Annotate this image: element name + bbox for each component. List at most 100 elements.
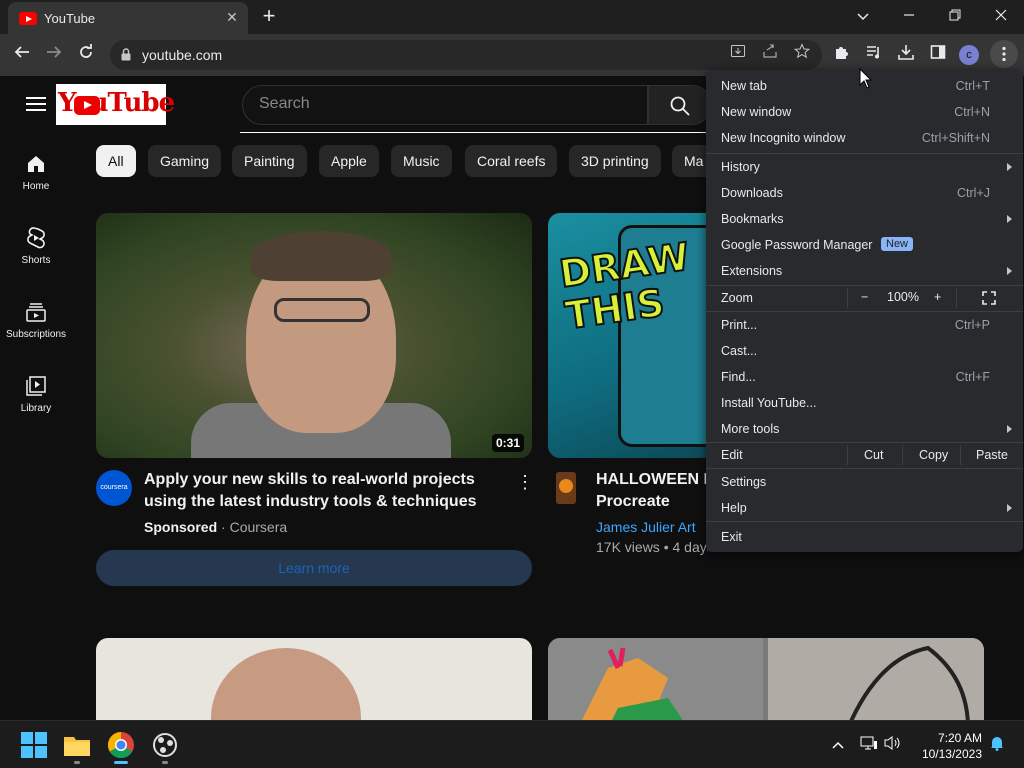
new-tab-button[interactable]: + (258, 5, 280, 28)
tab-youtube[interactable]: YouTube ✕ (8, 2, 248, 34)
lock-icon[interactable] (121, 48, 131, 61)
chrome-icon[interactable] (105, 729, 137, 761)
menu-help[interactable]: Help (706, 495, 1023, 521)
menu-label: Print... (721, 318, 758, 332)
chip-coral-reefs[interactable]: Coral reefs (465, 145, 558, 177)
menu-settings[interactable]: Settings (706, 469, 1023, 495)
thumbnail-art (251, 231, 391, 281)
search-button[interactable] (648, 85, 712, 125)
sponsored-label: Sponsored (144, 519, 218, 535)
profile-avatar[interactable]: c (959, 45, 979, 65)
channel-name[interactable]: Coursera (230, 519, 288, 535)
chip-music[interactable]: Music (391, 145, 452, 177)
submenu-arrow-icon (1007, 163, 1012, 171)
paste-button[interactable]: Paste (976, 448, 1008, 462)
nav-label: Home (22, 181, 50, 192)
forward-arrow-icon[interactable] (42, 43, 66, 67)
youtube-logo[interactable]: YouTube (56, 84, 175, 125)
media-queue-icon[interactable] (862, 43, 886, 67)
learn-more-button[interactable]: Learn more (96, 550, 532, 586)
nav-subscriptions[interactable]: Subscriptions (0, 301, 72, 361)
menu-more-tools[interactable]: More tools (706, 416, 1023, 442)
obs-icon[interactable] (149, 729, 181, 761)
tab-search-icon[interactable] (848, 4, 878, 28)
menu-label: Help (721, 501, 747, 515)
menu-find[interactable]: Find... Ctrl+F (706, 364, 1023, 390)
menu-history[interactable]: History (706, 154, 1023, 180)
channel-avatar[interactable]: coursera (96, 470, 132, 506)
restore-icon[interactable] (940, 4, 970, 28)
network-icon[interactable] (860, 735, 878, 753)
windows-start-icon[interactable] (18, 729, 50, 761)
menu-install-youtube[interactable]: Install YouTube... (706, 390, 1023, 416)
more-options-icon[interactable]: ⋮ (516, 473, 534, 493)
video-thumbnail[interactable]: 0:31 (96, 213, 532, 458)
nav-label: Shorts (21, 255, 51, 266)
copy-button[interactable]: Copy (919, 448, 948, 462)
nav-shorts[interactable]: Shorts (0, 227, 72, 287)
side-panel-icon[interactable] (926, 43, 950, 67)
nav-home[interactable]: Home (0, 153, 72, 213)
menu-label: New Incognito window (721, 131, 846, 145)
search-input[interactable] (259, 95, 629, 113)
fullscreen-icon[interactable] (982, 291, 996, 305)
menu-label: Downloads (721, 186, 783, 200)
chip-all[interactable]: All (96, 145, 136, 177)
video-thumbnail[interactable] (548, 638, 984, 720)
chip-apple[interactable]: Apple (319, 145, 379, 177)
chrome-menu-button[interactable] (990, 40, 1018, 68)
system-clock[interactable]: 7:20 AM 10/13/2023 (912, 730, 982, 762)
duration-badge: 0:31 (491, 434, 524, 452)
hamburger-menu-icon[interactable] (26, 97, 46, 111)
chip-gaming[interactable]: Gaming (148, 145, 222, 177)
menu-extensions[interactable]: Extensions (706, 258, 1023, 284)
menu-print[interactable]: Print... Ctrl+P (706, 312, 1023, 338)
video-title[interactable]: Apply your new skills to real-world proj… (144, 469, 504, 513)
file-explorer-icon[interactable] (61, 729, 93, 761)
menu-new-window[interactable]: New window Ctrl+N (706, 99, 1023, 125)
show-hidden-icons-chevron-icon[interactable] (829, 735, 847, 753)
video-thumbnail[interactable]: DRAW THIS (548, 213, 708, 458)
bookmark-star-icon[interactable] (790, 43, 814, 67)
close-window-icon[interactable] (986, 4, 1016, 28)
clock-date: 10/13/2023 (921, 747, 982, 761)
install-app-icon[interactable] (726, 43, 750, 67)
share-icon[interactable] (758, 43, 782, 67)
menu-password-manager[interactable]: Google Password Manager New (706, 232, 1023, 258)
menu-label: New window (721, 105, 792, 119)
menu-bookmarks[interactable]: Bookmarks (706, 206, 1023, 232)
notification-bell-icon[interactable] (988, 735, 1006, 753)
menu-exit[interactable]: Exit (706, 524, 1023, 550)
cut-button[interactable]: Cut (864, 448, 883, 462)
extensions-puzzle-icon[interactable] (830, 43, 854, 67)
menu-new-incognito-window[interactable]: New Incognito window Ctrl+Shift+N (706, 125, 1023, 151)
menu-shortcut: Ctrl+Shift+N (921, 131, 990, 145)
taskbar-indicator (162, 761, 168, 764)
menu-cast[interactable]: Cast... (706, 338, 1023, 364)
close-tab-icon[interactable]: ✕ (223, 8, 241, 26)
youtube-favicon-icon (19, 12, 37, 25)
menu-label: New tab (721, 79, 767, 93)
minimize-icon[interactable] (894, 4, 924, 28)
download-icon[interactable] (894, 43, 918, 67)
video-thumbnail[interactable] (96, 638, 532, 720)
divider (847, 288, 848, 308)
reload-icon[interactable] (74, 43, 98, 67)
channel-name[interactable]: James Julier Art (596, 519, 706, 535)
menu-downloads[interactable]: Downloads Ctrl+J (706, 180, 1023, 206)
menu-shortcut: Ctrl+J (957, 186, 990, 200)
menu-label: Extensions (721, 264, 783, 278)
zoom-out-button[interactable]: − (861, 290, 868, 304)
back-arrow-icon[interactable] (10, 43, 34, 67)
url-text[interactable]: youtube.com (142, 47, 222, 63)
chip-painting[interactable]: Painting (232, 145, 307, 177)
nav-library[interactable]: Library (0, 375, 72, 435)
menu-label: Google Password Manager (721, 238, 873, 252)
volume-icon[interactable] (884, 735, 902, 753)
chip-3d-printing[interactable]: 3D printing (569, 145, 661, 177)
channel-avatar[interactable] (552, 470, 580, 506)
video-title[interactable]: HALLOWEEN P Procreate (596, 469, 706, 513)
address-bar[interactable]: youtube.com (110, 40, 822, 70)
zoom-in-button[interactable]: + (934, 290, 941, 304)
menu-separator (706, 521, 1023, 522)
